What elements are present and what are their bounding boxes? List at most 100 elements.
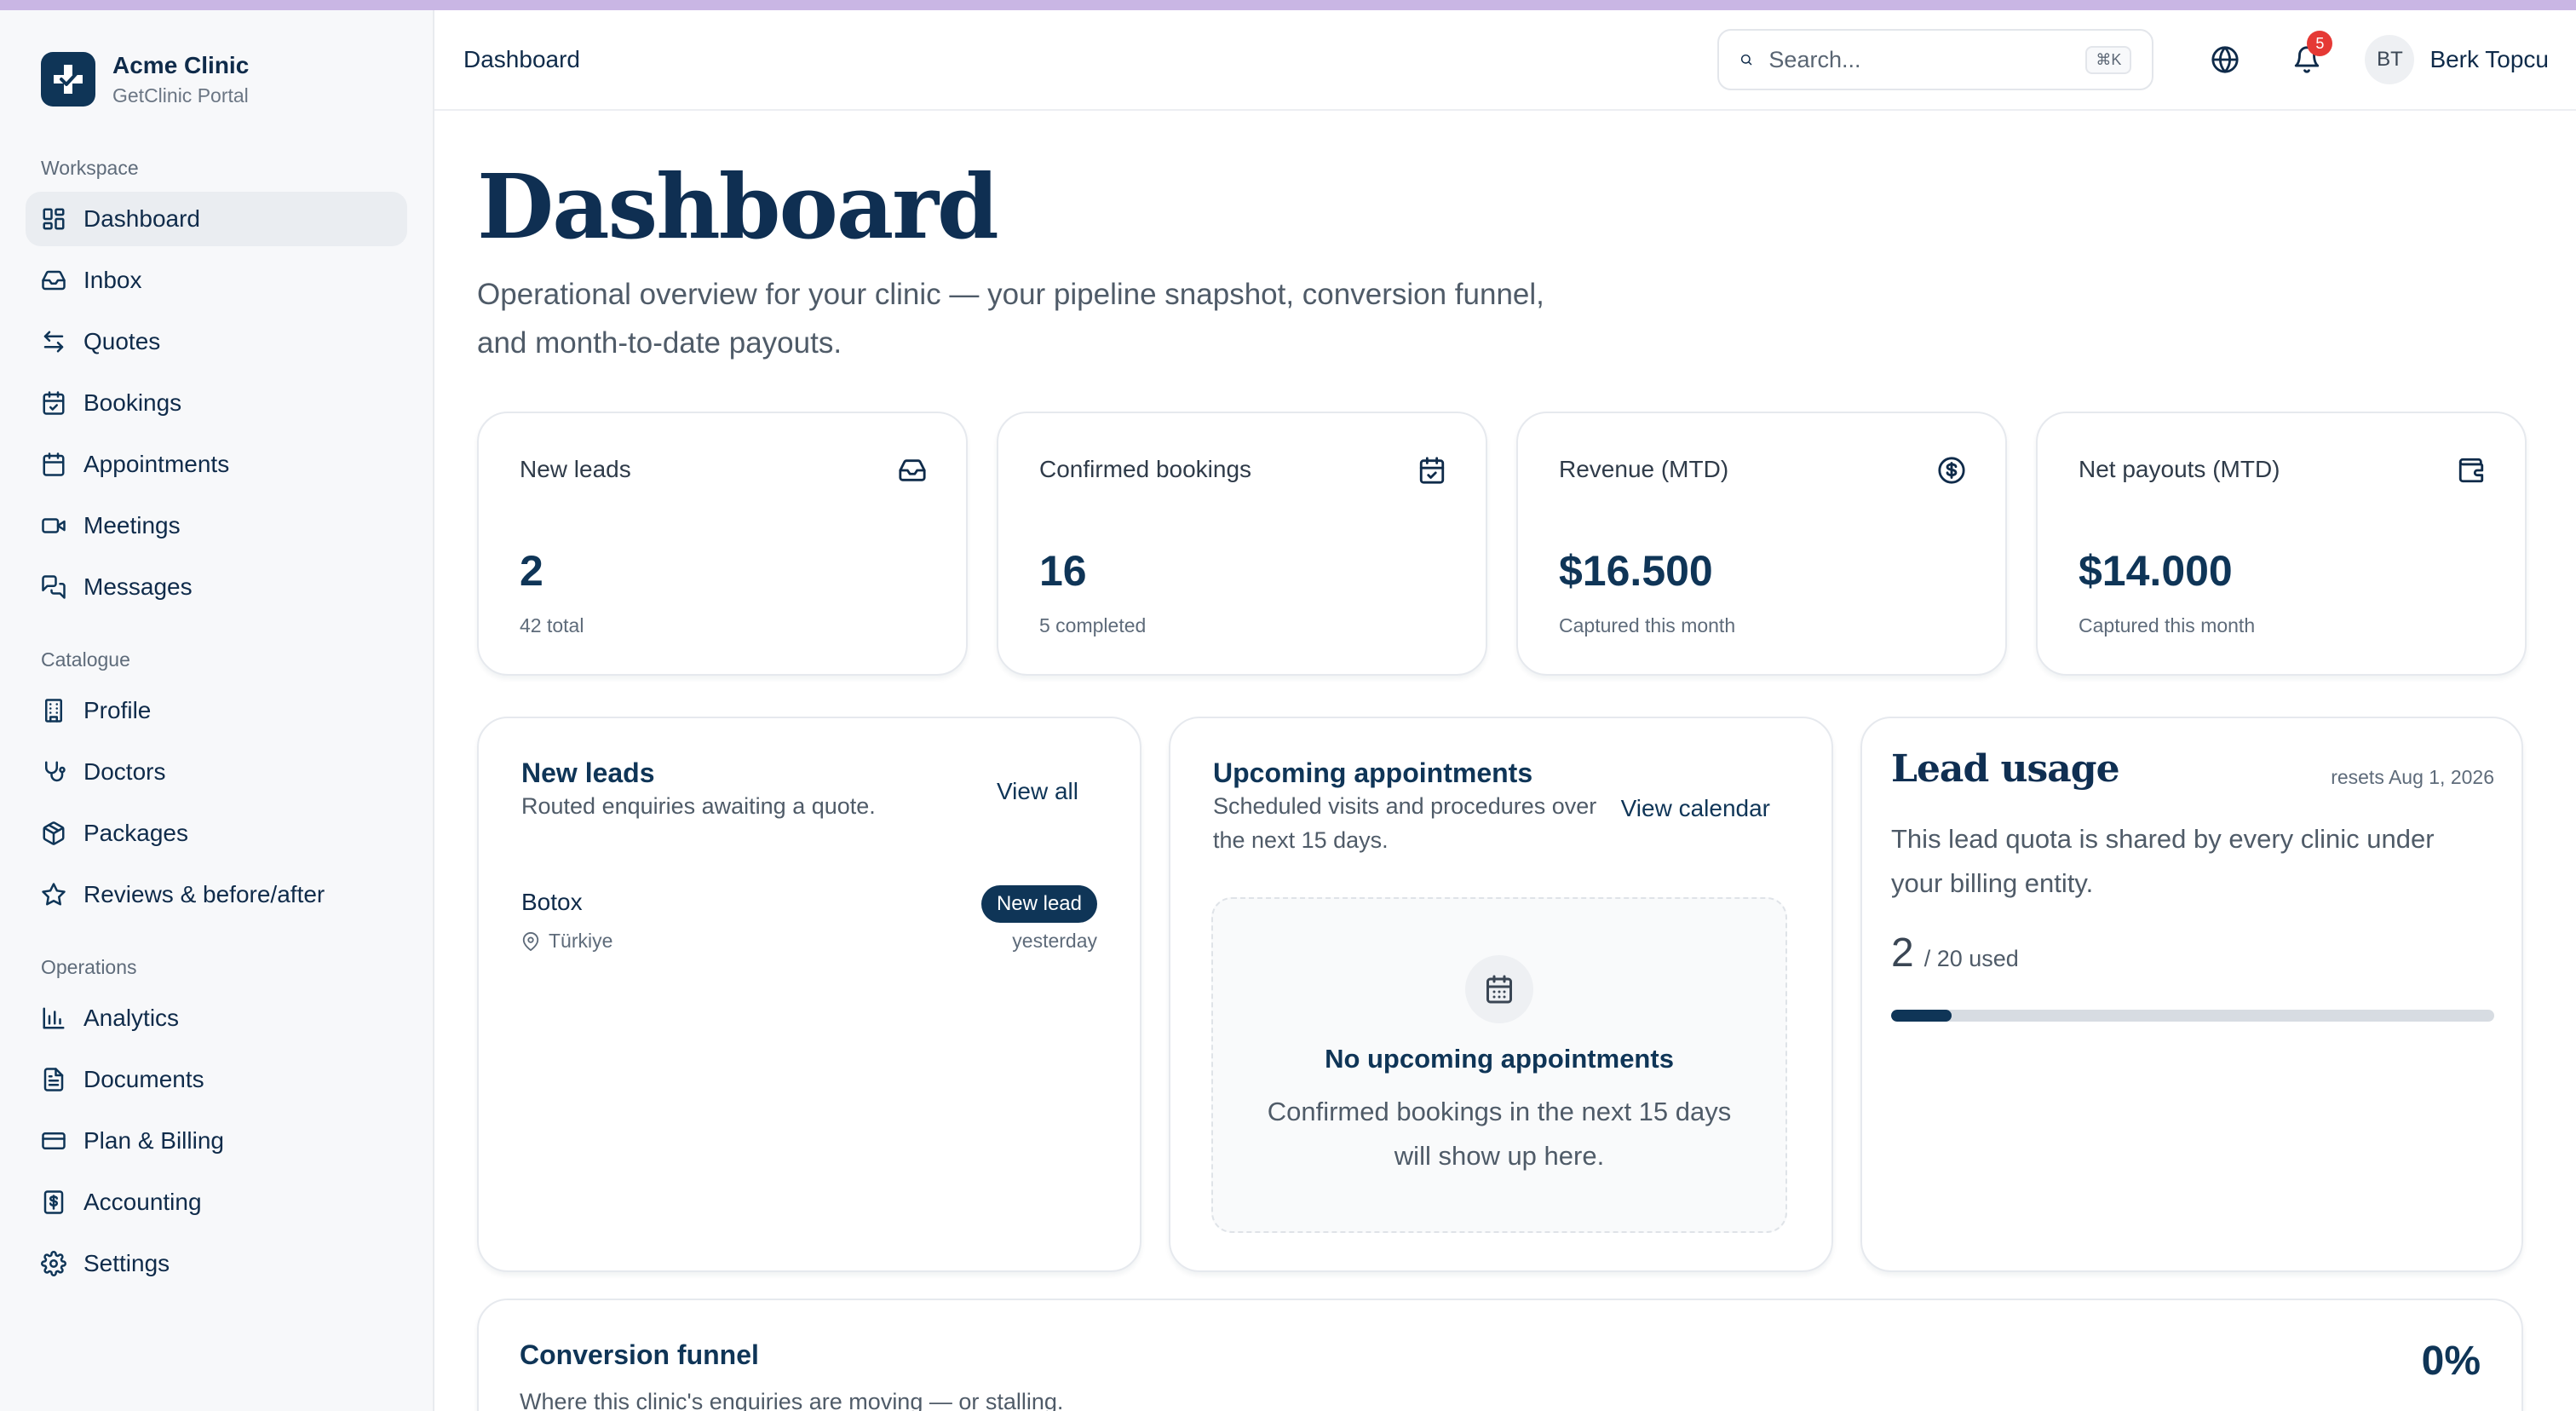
lead-usage-card: Lead usage resets Aug 1, 2026 This lead …	[1860, 717, 2523, 1273]
receipt-icon	[41, 1189, 66, 1215]
calendar-icon	[41, 452, 66, 477]
gear-icon	[41, 1251, 66, 1276]
video-icon	[41, 513, 66, 538]
empty-state-title: No upcoming appointments	[1325, 1044, 1674, 1074]
cards-row: New leads Routed enquiries awaiting a qu…	[477, 717, 2537, 1273]
dashboard-icon	[41, 206, 66, 232]
user-name: Berk Topcu	[2429, 46, 2549, 72]
card-title: Upcoming appointments	[1213, 757, 1533, 789]
chat-icon	[41, 574, 66, 600]
sidebar-item-documents[interactable]: Documents	[26, 1052, 407, 1107]
sidebar-item-label: Dashboard	[83, 205, 200, 232]
sidebar-item-label: Inbox	[83, 267, 142, 293]
sidebar-item-appointments[interactable]: Appointments	[26, 437, 407, 492]
lead-time: yesterday	[1012, 930, 1097, 953]
clinic-logo-icon	[41, 52, 95, 107]
sidebar-item-label: Plan & Billing	[83, 1127, 224, 1154]
new-leads-card: New leads Routed enquiries awaiting a qu…	[477, 717, 1141, 1273]
star-icon	[41, 882, 66, 907]
language-button[interactable]	[2198, 32, 2252, 87]
search-shortcut: ⌘K	[2085, 45, 2132, 74]
search-icon	[1741, 54, 1752, 66]
brand[interactable]: Acme Clinic GetClinic Portal	[26, 41, 407, 118]
page-title: Dashboard	[477, 154, 999, 259]
main-area: Dashboard ⌘K 5 BT Berk Topcu Dashboard O…	[434, 10, 2576, 1411]
notification-count-badge: 5	[2307, 31, 2333, 56]
sidebar-item-dashboard[interactable]: Dashboard	[26, 192, 407, 246]
sidebar-item-meetings[interactable]: Meetings	[26, 498, 407, 553]
view-calendar-link[interactable]: View calendar	[1621, 795, 1770, 822]
brand-name: Acme Clinic	[112, 51, 250, 78]
stat-card-new-leads[interactable]: New leads 2 42 total	[477, 412, 968, 677]
window-top-accent	[0, 0, 2576, 10]
card-subtitle: Routed enquiries awaiting a quote.	[521, 793, 876, 820]
sidebar-item-analytics[interactable]: Analytics	[26, 991, 407, 1045]
stethoscope-icon	[41, 759, 66, 785]
sidebar-item-messages[interactable]: Messages	[26, 560, 407, 614]
brand-subtitle: GetClinic Portal	[112, 84, 249, 107]
breadcrumb[interactable]: Dashboard	[463, 46, 1717, 73]
building-icon	[41, 698, 66, 723]
stat-label: Confirmed bookings	[1039, 456, 1252, 483]
sidebar-item-label: Messages	[83, 573, 193, 600]
sidebar-item-label: Accounting	[83, 1189, 202, 1215]
sidebar-item-accounting[interactable]: Accounting	[26, 1175, 407, 1230]
stat-value: $16.500	[1559, 547, 1713, 596]
sidebar-item-label: Reviews & before/after	[83, 881, 325, 907]
globe-icon	[2211, 46, 2240, 73]
inbox-icon	[41, 268, 66, 293]
dashboard-content: Dashboard Operational overview for your …	[434, 154, 2576, 1273]
usage-reset-date: resets Aug 1, 2026	[2331, 766, 2494, 789]
conversion-funnel-card: Conversion funnel Where this clinic's en…	[477, 1299, 2523, 1411]
funnel-percent: 0%	[2421, 1339, 2481, 1384]
sidebar-item-settings[interactable]: Settings	[26, 1236, 407, 1291]
sidebar-item-label: Analytics	[83, 1005, 180, 1031]
app-shell: Acme Clinic GetClinic Portal Workspace D…	[0, 10, 2576, 1411]
calendar-check-icon	[41, 390, 66, 416]
status-badge: New lead	[980, 885, 1097, 924]
sidebar-item-reviews[interactable]: Reviews & before/after	[26, 867, 407, 922]
card-title: Conversion funnel	[520, 1339, 759, 1370]
sidebar-item-label: Doctors	[83, 758, 166, 785]
card-title: New leads	[521, 757, 655, 789]
sidebar-item-profile[interactable]: Profile	[26, 683, 407, 738]
upcoming-appointments-card: Upcoming appointments Scheduled visits a…	[1169, 717, 1833, 1273]
lead-location: Türkiye	[521, 930, 1097, 953]
sidebar-item-label: Bookings	[83, 389, 182, 416]
search-input[interactable]	[1768, 46, 2071, 73]
stat-label: Net payouts (MTD)	[2079, 456, 2280, 483]
sidebar-item-label: Packages	[83, 820, 188, 846]
usage-description: This lead quota is shared by every clini…	[1891, 824, 2435, 899]
usage-progress-fill	[1891, 1010, 1952, 1022]
sidebar-item-quotes[interactable]: Quotes	[26, 314, 407, 369]
package-icon	[41, 821, 66, 846]
lead-location-text: Türkiye	[549, 930, 613, 953]
sidebar-item-inbox[interactable]: Inbox	[26, 253, 407, 308]
stat-card-confirmed-bookings[interactable]: Confirmed bookings 16 5 completed	[997, 412, 1487, 677]
calendar-check-icon	[1417, 456, 1446, 485]
list-item[interactable]: Botox New lead Türkiye yesterday	[521, 885, 1097, 953]
document-icon	[41, 1067, 66, 1092]
stat-subtext: Captured this month	[2079, 614, 2256, 637]
usage-used: 2	[1891, 930, 1914, 976]
view-all-link[interactable]: View all	[997, 778, 1078, 805]
notifications-button[interactable]: 5	[2280, 31, 2334, 87]
user-menu[interactable]: BT Berk Topcu	[2365, 35, 2549, 84]
stat-subtext: Captured this month	[1559, 614, 1736, 637]
calendar-icon	[1465, 955, 1533, 1024]
empty-state: No upcoming appointments Confirmed booki…	[1211, 897, 1787, 1234]
stat-card-net-payouts[interactable]: Net payouts (MTD) $14.000 Captured this …	[2036, 412, 2527, 677]
stat-label: New leads	[520, 456, 631, 483]
map-pin-icon	[522, 931, 539, 951]
sidebar-item-packages[interactable]: Packages	[26, 806, 407, 861]
inbox-icon	[898, 456, 927, 485]
sidebar-item-label: Quotes	[83, 328, 161, 354]
dollar-circle-icon	[1937, 456, 1966, 485]
bar-chart-icon	[41, 1005, 66, 1031]
search-box[interactable]: ⌘K	[1717, 29, 2154, 90]
stat-card-revenue[interactable]: Revenue (MTD) $16.500 Captured this mont…	[1516, 412, 2007, 677]
sidebar-item-doctors[interactable]: Doctors	[26, 745, 407, 799]
sidebar-item-bookings[interactable]: Bookings	[26, 376, 407, 430]
sidebar-item-plan-billing[interactable]: Plan & Billing	[26, 1114, 407, 1168]
section-label-workspace: Workspace	[41, 157, 139, 179]
